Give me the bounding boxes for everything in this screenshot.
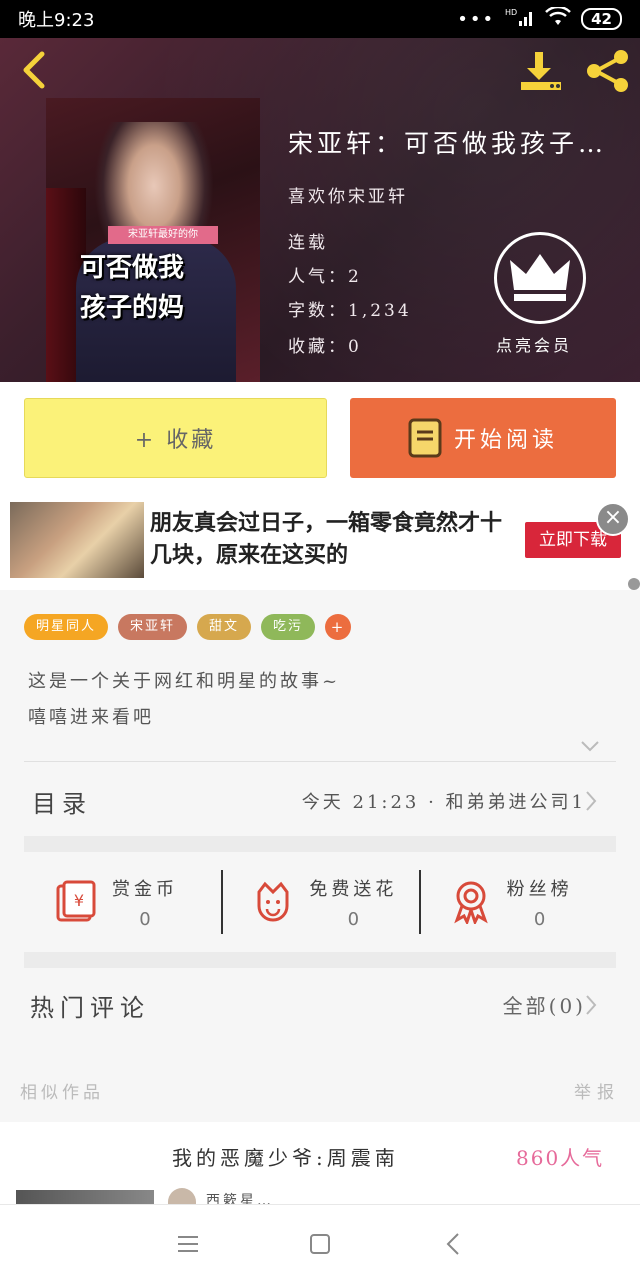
book-description: 这是一个关于网红和明星的故事~ 嘻嘻进来看吧: [28, 664, 340, 736]
status-bar: 晚上9:23 ••• HD 42: [0, 0, 640, 38]
back-icon[interactable]: [440, 1231, 468, 1257]
back-arrow-icon: [23, 51, 45, 89]
tag-list: 明星同人 宋亚轩 甜文 吃污 +: [24, 614, 352, 640]
medal-icon: [453, 881, 488, 924]
stat-value: 0: [139, 908, 151, 930]
status-time: 晚上9:23: [18, 10, 95, 31]
share-icon: [587, 50, 628, 92]
add-tag-button[interactable]: +: [325, 614, 352, 640]
recommended-title: 我的恶魔少爷:周震南: [172, 1146, 399, 1170]
flower-icon: [257, 881, 289, 922]
share-button[interactable]: [584, 48, 632, 94]
cover-title-line1: 可否做我: [80, 253, 185, 283]
ad-image: [10, 502, 144, 578]
similar-works-label: 相似作品: [20, 1083, 104, 1103]
stat-label: 免费送花: [309, 878, 398, 900]
status-icons: ••• HD 42: [457, 5, 622, 32]
signal-icon: HD: [505, 7, 535, 32]
svg-text:HD: HD: [505, 8, 517, 17]
section-separator: [24, 952, 616, 968]
hot-comments-row[interactable]: 热门评论 全部(0): [24, 968, 616, 1040]
section-separator: [24, 836, 616, 852]
back-button[interactable]: [16, 50, 52, 90]
book-icon: [408, 418, 442, 458]
ad-info-icon[interactable]: [628, 578, 640, 590]
stat-label: 赏金币: [112, 878, 178, 900]
download-button[interactable]: [518, 48, 566, 94]
recommended-cover: [16, 1190, 154, 1204]
system-nav-bar: [0, 1204, 640, 1280]
book-popularity: 人气：2: [288, 267, 362, 287]
wifi-icon: [545, 5, 572, 32]
chevron-down-icon: [581, 741, 599, 752]
stat-value: 0: [533, 908, 546, 930]
latest-chapter: 今天 21:23 · 和弟弟进公司1: [301, 792, 586, 813]
tag-item[interactable]: 宋亚轩: [118, 614, 188, 640]
book-word-count: 字数：1,234: [288, 301, 412, 321]
ad-banner[interactable]: 朋友真会过日子，一箱零食竟然才十几块，原来在这买的 立即下载: [0, 494, 640, 590]
fan-ranking-stat[interactable]: 粉丝榜 0: [418, 852, 616, 952]
recommended-author: 西簌星…: [206, 1193, 274, 1204]
ad-close-button[interactable]: ×: [596, 502, 630, 536]
avatar: [168, 1188, 196, 1204]
ad-text: 朋友真会过日子，一箱零食竟然才十几块，原来在这买的: [150, 511, 503, 568]
svg-text:¥: ¥: [74, 891, 84, 910]
recommended-popularity: 860人气: [516, 1146, 605, 1170]
crown-icon: [510, 254, 570, 301]
catalog-row[interactable]: 目录 今天 21:23 · 和弟弟进公司1: [24, 762, 616, 836]
stat-value: 0: [347, 908, 360, 930]
cover-title-line2: 孩子的妈: [80, 293, 185, 323]
book-favorites: 收藏：0: [288, 337, 362, 357]
book-cover[interactable]: 宋亚轩最好的你 可否做我 孩子的妈: [46, 98, 260, 382]
tag-item[interactable]: 明星同人: [24, 614, 109, 640]
report-link[interactable]: 举报: [574, 1078, 620, 1103]
book-status: 连载: [288, 233, 328, 253]
reward-coins-stat[interactable]: ¥ 赏金币 0: [24, 852, 221, 952]
start-reading-button[interactable]: 开始阅读: [350, 398, 616, 478]
recommended-book[interactable]: 我的恶魔少爷:周震南 860人气 西簌星…: [0, 1122, 640, 1204]
tag-item[interactable]: 甜文: [197, 614, 252, 640]
battery-indicator: 42: [581, 8, 622, 30]
start-reading-label: 开始阅读: [453, 428, 558, 453]
vip-label: 点亮会员: [496, 336, 573, 355]
stats-row: ¥ 赏金币 0 免费送花 0 粉丝榜 0: [24, 852, 616, 952]
stat-label: 粉丝榜: [506, 878, 573, 900]
tag-item[interactable]: 吃污: [261, 614, 316, 640]
cover-title: 可否做我 孩子的妈: [80, 248, 230, 328]
description-line1: 这是一个关于网红和明星的故事~: [28, 671, 341, 692]
favorite-button[interactable]: + 收藏: [24, 398, 327, 478]
free-flower-stat[interactable]: 免费送花 0: [221, 852, 418, 952]
book-title: 宋亚轩：可否做我孩子…: [288, 129, 608, 158]
menu-icon[interactable]: [174, 1231, 202, 1257]
hot-comments-label: 热门评论: [30, 994, 150, 1022]
action-bar: + 收藏 开始阅读: [0, 382, 640, 494]
expand-description-button[interactable]: [580, 738, 600, 757]
notification-dots: •••: [457, 8, 496, 30]
download-icon: [521, 52, 561, 90]
all-comments-link[interactable]: 全部(0): [503, 990, 586, 1019]
catalog-label: 目录: [32, 790, 92, 818]
vip-button[interactable]: [494, 232, 586, 324]
description-line2: 嘻嘻进来看吧: [28, 707, 154, 728]
red-envelope-icon: ¥: [56, 880, 96, 922]
chevron-right-icon: [586, 995, 597, 1015]
home-icon[interactable]: [306, 1231, 334, 1257]
cover-ribbon: 宋亚轩最好的你: [108, 226, 218, 244]
book-author[interactable]: 喜欢你宋亚轩: [288, 182, 408, 207]
chevron-right-icon: [586, 791, 597, 811]
